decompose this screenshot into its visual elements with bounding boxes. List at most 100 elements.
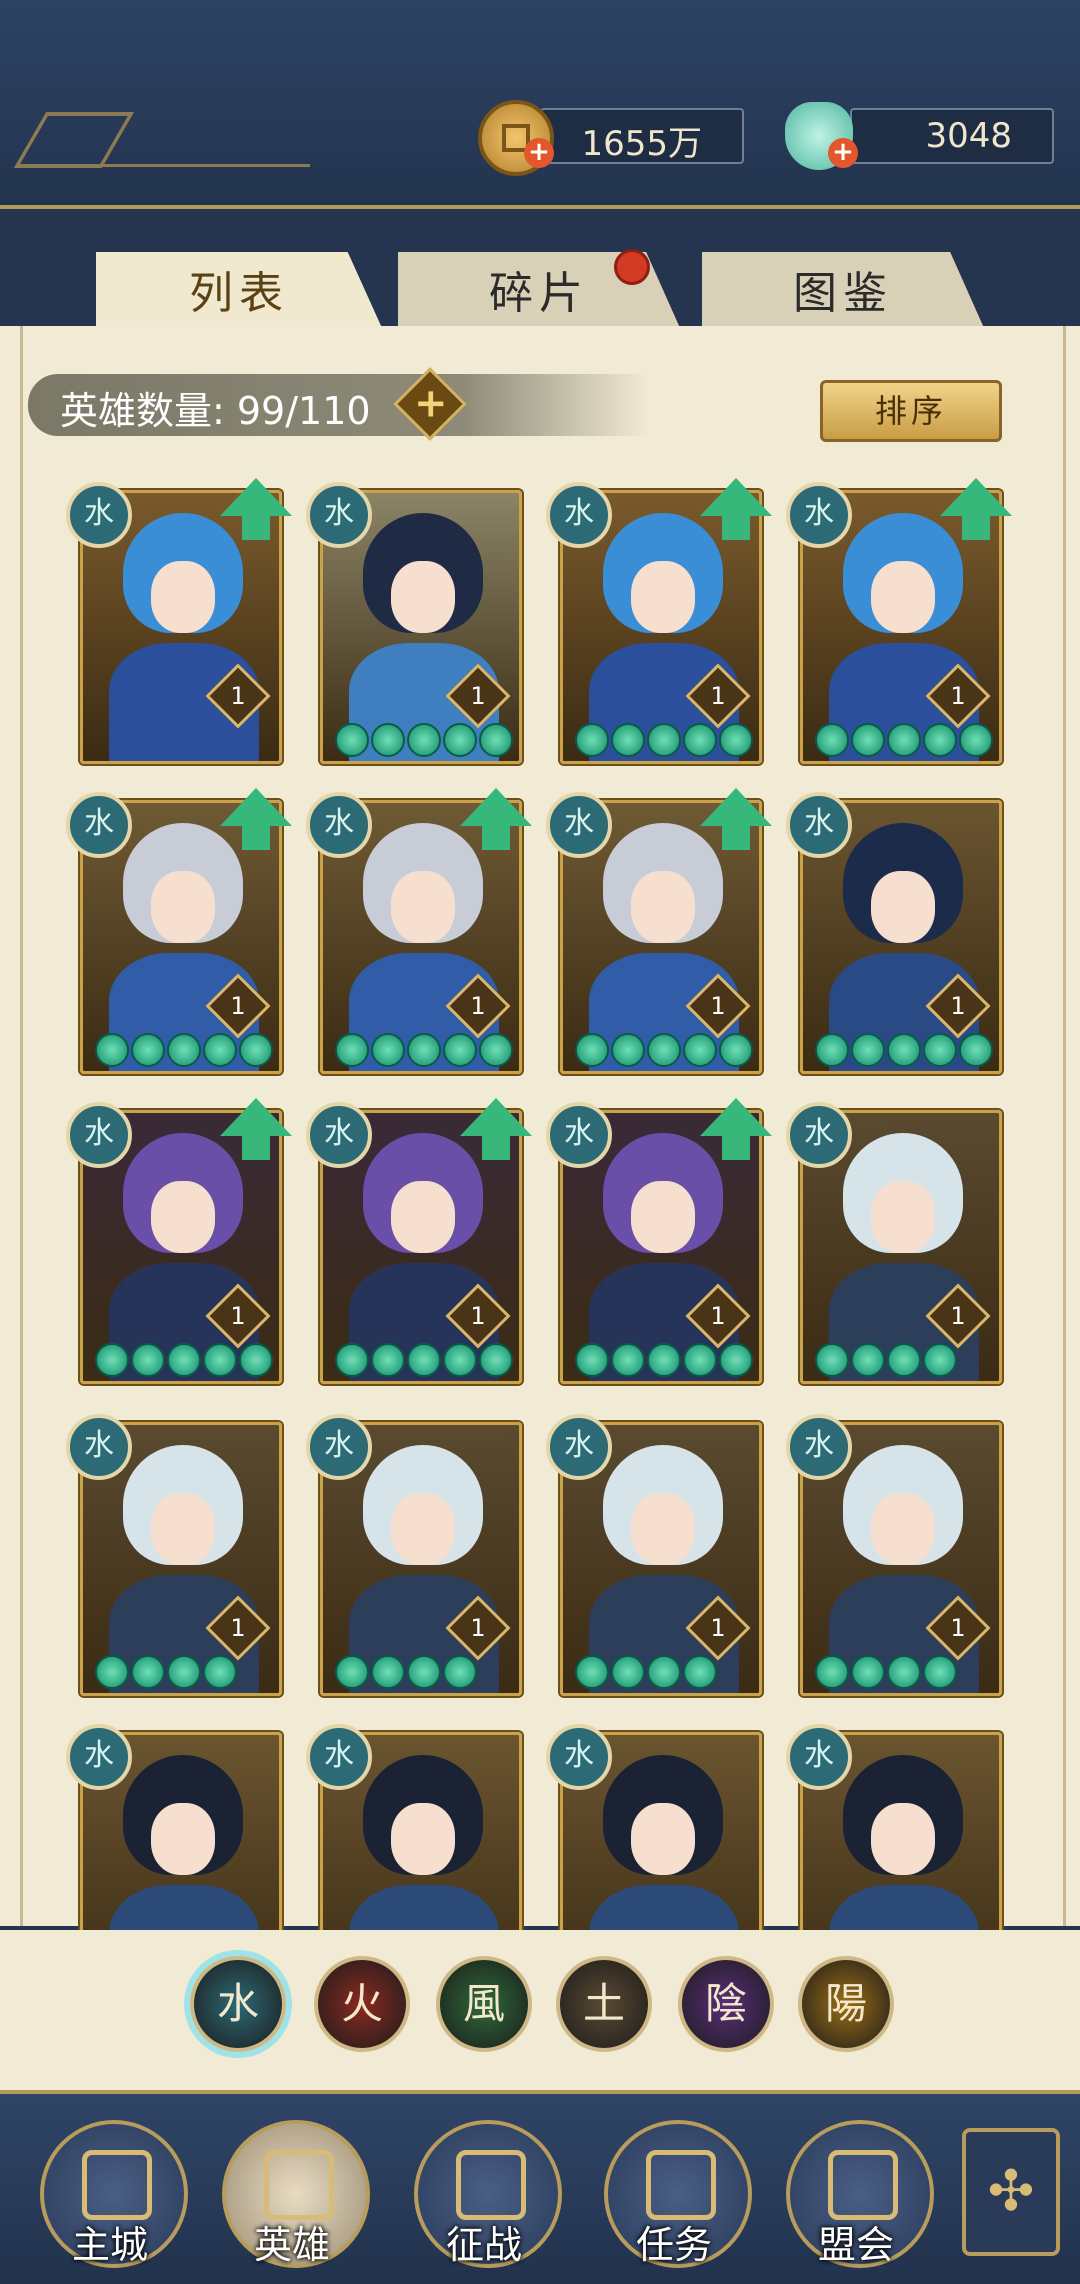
star-gem-icon	[611, 1033, 645, 1067]
star-gem-icon	[611, 1655, 645, 1689]
star-gem-icon	[959, 1033, 993, 1067]
star-gem-icon	[719, 723, 753, 757]
upgrade-arrow-icon	[220, 788, 292, 850]
star-gem-icon	[479, 723, 513, 757]
star-gem-icon	[851, 1033, 885, 1067]
star-gem-icon	[647, 1033, 681, 1067]
hero-face	[151, 1181, 215, 1253]
hero-level: 1	[950, 1614, 966, 1642]
campaign-icon	[456, 2150, 526, 2220]
star-gem-icon	[443, 1655, 477, 1689]
element-filter-button[interactable]: 風	[436, 1956, 532, 2052]
star-rating	[83, 1033, 275, 1067]
hero-face	[631, 561, 695, 633]
element-filter-button[interactable]: 水	[190, 1956, 286, 2052]
star-gem-icon	[647, 1655, 681, 1689]
water-element-icon: 水	[66, 1414, 132, 1480]
hero-level: 1	[230, 682, 246, 710]
star-gem-icon	[371, 1655, 405, 1689]
hero-level: 1	[710, 992, 726, 1020]
star-gem-icon	[887, 1033, 921, 1067]
star-gem-icon	[887, 723, 921, 757]
hero-face	[151, 1493, 215, 1565]
water-element-icon: 水	[66, 482, 132, 548]
hero-face	[391, 871, 455, 943]
element-filter-button[interactable]: 陽	[798, 1956, 894, 2052]
nav-label: 盟会	[817, 2223, 894, 2267]
nav-label: 征战	[445, 2223, 522, 2267]
star-rating	[563, 723, 755, 757]
upgrade-arrow-icon	[220, 478, 292, 540]
emblem-line	[13, 112, 310, 168]
jade-add-button[interactable]: +	[828, 138, 858, 168]
water-element-icon: 水	[546, 482, 612, 548]
hero-face	[151, 1803, 215, 1875]
star-gem-icon	[575, 723, 609, 757]
guild-icon	[828, 2150, 898, 2220]
star-gem-icon	[95, 1655, 129, 1689]
star-gem-icon	[923, 723, 957, 757]
star-gem-icon	[203, 1655, 237, 1689]
star-rating	[563, 1033, 755, 1067]
hero-level: 1	[950, 1302, 966, 1330]
star-gem-icon	[923, 1033, 957, 1067]
star-rating	[83, 1343, 275, 1377]
star-gem-icon	[443, 1343, 477, 1377]
jade-counter: 3048	[850, 108, 1054, 164]
water-element-icon: 水	[786, 1102, 852, 1168]
star-gem-icon	[959, 723, 993, 757]
star-gem-icon	[683, 1343, 717, 1377]
star-gem-icon	[851, 1655, 885, 1689]
element-filter-button[interactable]: 土	[556, 1956, 652, 2052]
star-gem-icon	[95, 1343, 129, 1377]
star-gem-icon	[575, 1655, 609, 1689]
star-gem-icon	[95, 1033, 129, 1067]
star-gem-icon	[131, 1033, 165, 1067]
star-gem-icon	[815, 1033, 849, 1067]
star-gem-icon	[923, 1655, 957, 1689]
star-gem-icon	[851, 723, 885, 757]
hero-level: 1	[470, 1614, 486, 1642]
element-filter-button[interactable]: 陰	[678, 1956, 774, 2052]
hero-face	[391, 1803, 455, 1875]
more-menu-button[interactable]: ✣	[962, 2128, 1060, 2256]
star-gem-icon	[719, 1343, 753, 1377]
star-gem-icon	[611, 1343, 645, 1377]
sort-button[interactable]: 排序	[820, 380, 1002, 442]
upgrade-arrow-icon	[700, 478, 772, 540]
coin-add-button[interactable]: +	[524, 138, 554, 168]
star-rating	[803, 723, 995, 757]
upgrade-arrow-icon	[940, 478, 1012, 540]
hero-level: 1	[470, 1302, 486, 1330]
water-element-icon: 水	[786, 1414, 852, 1480]
hero-count-label: 英雄数量: 99/110	[60, 389, 371, 433]
star-gem-icon	[203, 1033, 237, 1067]
star-rating	[323, 1033, 515, 1067]
star-gem-icon	[575, 1033, 609, 1067]
star-rating	[803, 1033, 995, 1067]
hero-level: 1	[710, 682, 726, 710]
star-rating	[803, 1343, 995, 1377]
hero-level: 1	[230, 1614, 246, 1642]
element-filter-button[interactable]: 火	[314, 1956, 410, 2052]
tab-collection[interactable]: 图鉴	[702, 252, 984, 328]
star-rating	[563, 1655, 755, 1689]
star-gem-icon	[239, 1343, 273, 1377]
hero-face	[631, 1803, 695, 1875]
hero-face	[871, 561, 935, 633]
tab-list[interactable]: 列表	[96, 252, 382, 328]
hero-face	[391, 1493, 455, 1565]
hero-level: 1	[230, 992, 246, 1020]
hero-level: 1	[470, 682, 486, 710]
water-element-icon: 水	[546, 1724, 612, 1790]
star-gem-icon	[887, 1655, 921, 1689]
star-gem-icon	[683, 1655, 717, 1689]
upgrade-arrow-icon	[700, 788, 772, 850]
hero-face	[871, 1803, 935, 1875]
hero-face	[871, 871, 935, 943]
star-gem-icon	[335, 1033, 369, 1067]
hero-face	[151, 561, 215, 633]
hero-level: 1	[710, 1614, 726, 1642]
water-element-icon: 水	[786, 792, 852, 858]
water-element-icon: 水	[546, 792, 612, 858]
